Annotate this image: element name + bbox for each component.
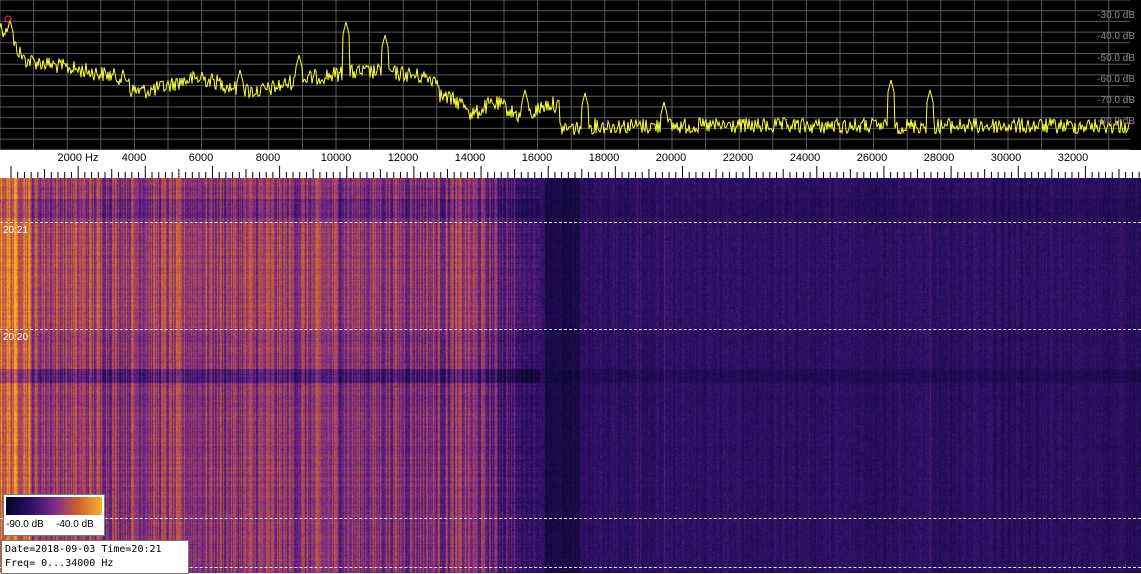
- db-label: -80.0 dB: [1097, 116, 1135, 127]
- time-label: 20:20: [3, 332, 29, 343]
- time-label: 20:21: [3, 225, 29, 236]
- spectrum-panel[interactable]: -30.0 dB -40.0 dB -50.0 dB -60.0 dB -70.…: [0, 0, 1141, 150]
- info-box: Date=2018-09-03 Time=20:21 Freq= 0...340…: [1, 540, 189, 574]
- date-time-readout: Date=2018-09-03 Time=20:21: [5, 544, 162, 555]
- color-scale-gradient: [6, 497, 102, 515]
- freq-label: 20000: [655, 152, 687, 164]
- spectrum-plot: [0, 0, 1131, 150]
- freq-label: 10000: [320, 152, 352, 164]
- freq-label: 24000: [789, 152, 821, 164]
- db-label: -70.0 dB: [1097, 95, 1135, 106]
- time-marker-line: [0, 222, 1141, 223]
- freq-label: 6000: [188, 152, 214, 164]
- freq-label: 2000 Hz: [57, 152, 99, 164]
- freq-label: 16000: [521, 152, 553, 164]
- db-label: -60.0 dB: [1097, 74, 1135, 85]
- freq-label: 22000: [722, 152, 754, 164]
- legend-max-label: -40.0 dB: [56, 519, 94, 530]
- db-label: -40.0 dB: [1097, 31, 1135, 42]
- color-scale-legend: -90.0 dB -40.0 dB: [3, 494, 105, 536]
- waterfall-spectrogram[interactable]: [0, 178, 1141, 573]
- time-marker-line: [0, 518, 1141, 519]
- frequency-axis: 2000 Hz 4000 6000 8000 10000 12000 14000…: [0, 150, 1141, 178]
- time-marker-line: [0, 329, 1141, 330]
- freq-label: 32000: [1057, 152, 1089, 164]
- freq-label: 12000: [387, 152, 419, 164]
- legend-min-label: -90.0 dB: [6, 519, 44, 530]
- freq-label: 14000: [454, 152, 486, 164]
- frequency-ticks: [10, 166, 1140, 178]
- freq-label: 30000: [990, 152, 1022, 164]
- freq-range-readout: Freq= 0...34000 Hz: [5, 558, 114, 569]
- db-label: -50.0 dB: [1097, 53, 1135, 64]
- freq-label: 8000: [255, 152, 281, 164]
- freq-label: 28000: [923, 152, 955, 164]
- waterfall-panel[interactable]: 20:21 20:20 -90.0 dB -40.0 dB Date=2018-…: [0, 178, 1141, 574]
- freq-label: 4000: [121, 152, 147, 164]
- db-label: -30.0 dB: [1097, 10, 1135, 21]
- freq-label: 18000: [588, 152, 620, 164]
- freq-label: 26000: [856, 152, 888, 164]
